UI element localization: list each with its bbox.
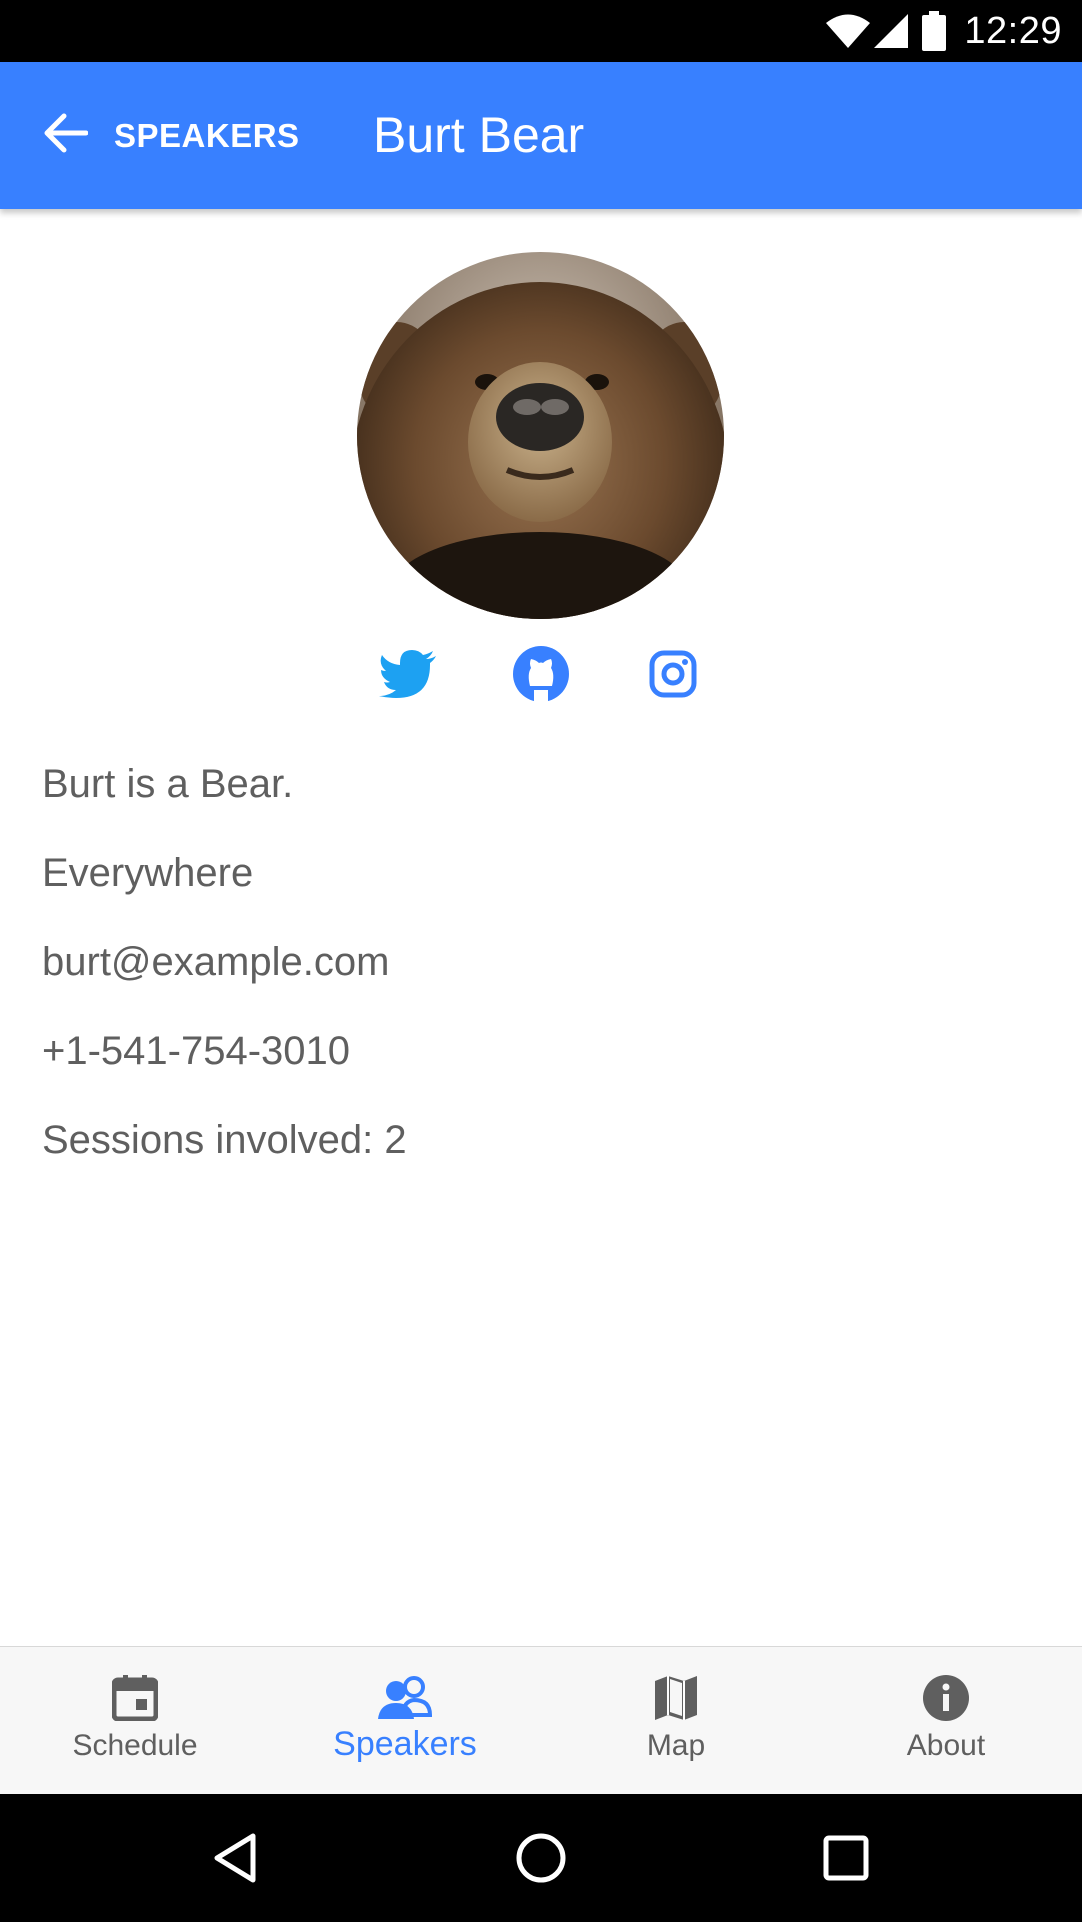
tab-label-map: Map	[646, 1729, 706, 1762]
tab-label-speakers: Speakers	[333, 1725, 477, 1763]
tab-about[interactable]: About	[811, 1647, 1081, 1795]
tab-speakers[interactable]: Speakers	[270, 1647, 540, 1795]
people-icon	[378, 1673, 432, 1723]
app-bar: SPEAKERS Burt Bear	[0, 62, 1082, 209]
speaker-phone: +1-541-754-3010	[42, 1029, 351, 1073]
speaker-location: Everywhere	[42, 851, 254, 895]
calendar-icon	[112, 1673, 158, 1723]
tab-bar: Schedule Speakers Map About	[0, 1646, 1082, 1794]
back-label: SPEAKERS	[114, 116, 300, 154]
tab-label-schedule: Schedule	[72, 1729, 198, 1762]
social-links	[0, 644, 1082, 704]
back-triangle-icon[interactable]	[206, 1828, 266, 1888]
signal-icon	[874, 14, 909, 48]
map-icon	[653, 1673, 699, 1723]
tab-schedule[interactable]: Schedule	[0, 1647, 270, 1795]
battery-icon	[922, 11, 947, 51]
twitter-icon[interactable]	[378, 644, 438, 704]
back-button[interactable]: SPEAKERS	[42, 62, 300, 209]
instagram-icon[interactable]	[643, 644, 703, 704]
info-icon	[923, 1673, 969, 1723]
system-nav-bar	[0, 1794, 1082, 1922]
speaker-bio: Burt is a Bear.	[42, 762, 294, 806]
tab-map[interactable]: Map	[541, 1647, 811, 1795]
speaker-email: burt@example.com	[42, 940, 390, 984]
recents-square-icon[interactable]	[816, 1828, 876, 1888]
speaker-sessions: Sessions involved: 2	[42, 1118, 407, 1162]
status-icons: 12:29	[826, 0, 1062, 62]
status-time: 12:29	[964, 9, 1062, 52]
home-circle-icon[interactable]	[511, 1828, 571, 1888]
status-bar: 12:29	[0, 0, 1082, 62]
speaker-details: Burt is a Bear. Everywhere burt@example.…	[42, 755, 407, 1200]
github-icon[interactable]	[511, 644, 571, 704]
arrow-back-icon	[42, 113, 89, 158]
wifi-icon	[826, 14, 871, 48]
page-title: Burt Bear	[373, 107, 585, 163]
avatar	[357, 252, 724, 619]
tab-label-about: About	[906, 1729, 986, 1762]
